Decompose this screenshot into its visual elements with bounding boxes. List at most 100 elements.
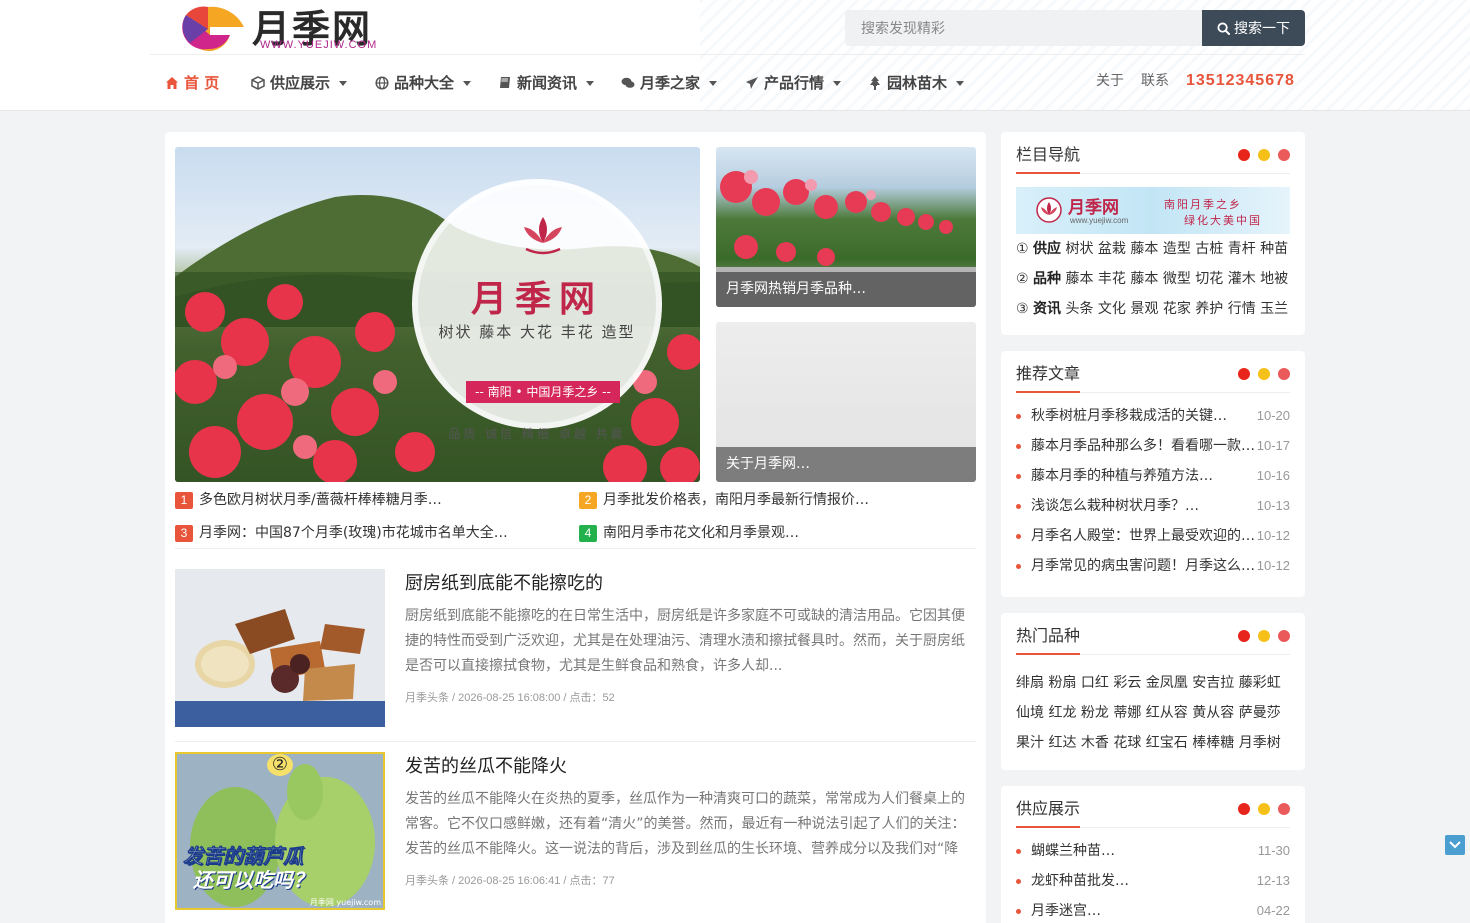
category-num: ②	[1016, 271, 1029, 287]
widget-dots	[1238, 803, 1290, 815]
list-item[interactable]: 龙虾种苗批发… 12-13	[1016, 866, 1290, 896]
article-title[interactable]: 发苦的丝瓜不能降火	[405, 752, 567, 778]
article-thumbnail[interactable]: ② 发苦的葫芦瓜 还可以吃吗？ 月季网 yuejiw.com	[175, 752, 385, 910]
chevron-down-icon	[956, 80, 965, 86]
nav-item-label: 产品行情	[764, 74, 825, 92]
list-item-title: 秋季树桩月季移栽成活的关键…	[1031, 408, 1227, 424]
list-item-title: 月季名人殿堂：世界上最受欢迎的…	[1031, 528, 1255, 544]
bullet-icon	[1016, 909, 1021, 914]
list-item-date: 10-12	[1256, 528, 1290, 543]
lotus-icon	[524, 217, 562, 255]
list-item[interactable]: 月季常见的病虫害问题！月季这么… 10-12	[1016, 551, 1290, 581]
main-nav: 首 页 供应展示 品种大全 新闻资讯 月季之家 产品行情 园林苗木 关于 联系 …	[165, 56, 1305, 110]
nav-item-home-of-rose[interactable]: 月季之家	[621, 56, 718, 110]
dot-icon	[1238, 368, 1250, 380]
list-item[interactable]: 藤本月季品种那么多！看看哪一款… 10-17	[1016, 431, 1290, 461]
list-item[interactable]: 月季迷宫… 04-22	[1016, 896, 1290, 923]
list-item[interactable]: 月季名人殿堂：世界上最受欢迎的… 10-12	[1016, 521, 1290, 551]
banner-slider[interactable]: 月季网 树状 藤本 大花 丰花 造型 -- 南阳 • 中国月季之乡 -- 品质 …	[175, 147, 700, 482]
site-logo[interactable]: 月季网 WWW.YUEJIW.COM	[170, 2, 430, 54]
about-link[interactable]: 关于	[1096, 56, 1124, 106]
list-item[interactable]: 蝴蝶兰种苗… 11-30	[1016, 836, 1290, 866]
category-num: ①	[1016, 241, 1029, 257]
list-item-title: 蝴蝶兰种苗…	[1031, 843, 1115, 859]
search-button[interactable]: 搜索一下	[1202, 10, 1305, 46]
nav-item-label: 供应展示	[270, 74, 331, 92]
nav-item-label: 品种大全	[394, 74, 455, 92]
variety-tags-row[interactable]: 仙境 红龙 粉龙 蒂娜 红从容 黄从容 萨曼莎	[1016, 698, 1290, 728]
chevron-down-icon	[586, 80, 595, 86]
contact-link[interactable]: 联系	[1141, 56, 1169, 106]
article-meta: 月季头条 / 2026-08-25 16:08:00 / 点击：52	[405, 692, 615, 704]
globe-icon	[375, 76, 389, 90]
nav-item-market[interactable]: 产品行情	[745, 56, 842, 110]
article-title[interactable]: 厨房纸到底能不能擦吃的	[405, 569, 603, 595]
phone-number[interactable]: 13512345678	[1186, 56, 1295, 106]
bullet-icon	[1016, 414, 1021, 419]
nav-item-news[interactable]: 新闻资讯	[498, 56, 595, 110]
dot-icon	[1238, 149, 1250, 161]
list-item-date: 10-16	[1256, 468, 1290, 483]
hot-varieties-widget: 热门品种 绯扇 粉扇 口红 彩云 金凤凰 安吉拉 藤彩虹 仙境 红龙 粉龙 蒂娜…	[1001, 613, 1305, 770]
recommended-articles-widget: 推荐文章 秋季树桩月季移栽成活的关键… 10-20 藤本月季品种那么多！看看哪一款…	[1001, 351, 1305, 597]
site-banner[interactable]: 月季网 www.yuejiw.com 南阳月季之乡 绿化大美中国	[1016, 187, 1290, 234]
article-meta: 月季头条 / 2026-08-25 16:06:41 / 点击：77	[405, 875, 615, 887]
chevron-down-icon	[709, 80, 718, 86]
hot-item[interactable]: 1 多色欧月树状月季/蔷薇杆棒棒糖月季…	[175, 487, 442, 513]
chevron-down-icon	[339, 80, 348, 86]
rank-badge: 2	[579, 491, 597, 509]
list-item[interactable]: 浅谈怎么栽种树状月季？… 10-13	[1016, 491, 1290, 521]
bullet-icon	[1016, 444, 1021, 449]
hot-list: 1 多色欧月树状月季/蔷薇杆棒棒糖月季… 2 月季批发价格表，南阳月季最新行情报…	[175, 487, 976, 549]
variety-tags-row[interactable]: 绯扇 粉扇 口红 彩云 金凤凰 安吉拉 藤彩虹	[1016, 668, 1290, 698]
logo-url: WWW.YUEJIW.COM	[260, 39, 378, 51]
logo-mark-icon	[182, 6, 244, 51]
list-item-date: 10-17	[1256, 438, 1290, 453]
hot-item[interactable]: 3 月季网：中国87个月季(玫瑰)市花城市名单大全…	[175, 520, 508, 546]
category-row-news[interactable]: ③ 资讯 头条 文化 景观 花家 养护 行情 玉兰 百科	[1016, 294, 1290, 324]
article-thumbnail[interactable]	[175, 569, 385, 727]
bullet-icon	[1016, 849, 1021, 854]
bullet-icon	[1016, 564, 1021, 569]
hot-item[interactable]: 4 南阳月季市花文化和月季景观…	[579, 520, 799, 546]
list-item[interactable]: 藤本月季的种植与养殖方法… 10-16	[1016, 461, 1290, 491]
nav-item-supply[interactable]: 供应展示	[251, 56, 348, 110]
category-name: 资讯	[1033, 301, 1062, 317]
category-name: 供应	[1033, 241, 1062, 257]
list-item-date: 10-13	[1256, 498, 1290, 513]
featured-pic-2[interactable]: 关于月季网…	[716, 322, 976, 482]
variety-tags-row[interactable]: 果汁 红达 木香 花球 红宝石 棒棒糖 月季树	[1016, 728, 1290, 758]
category-row-varieties[interactable]: ② 品种 藤本 丰花 藤本 微型 切花 灌木 地被 古老	[1016, 264, 1290, 294]
list-item-title: 龙虾种苗批发…	[1031, 873, 1129, 889]
category-tags: 头条 文化 景观 花家 养护 行情 玉兰 百科	[1065, 301, 1290, 317]
category-num: ③	[1016, 301, 1029, 317]
main-content: 月季网 树状 藤本 大花 丰花 造型 -- 南阳 • 中国月季之乡 -- 品质 …	[165, 132, 986, 923]
nav-item-varieties[interactable]: 品种大全	[375, 56, 472, 110]
widget-header: 栏目导航	[1016, 144, 1290, 174]
bullet-icon	[1016, 504, 1021, 509]
list-item[interactable]: 秋季树桩月季移栽成活的关键… 10-20	[1016, 401, 1290, 431]
dot-icon	[1278, 803, 1290, 815]
hot-item[interactable]: 2 月季批发价格表，南阳月季最新行情报价…	[579, 487, 869, 513]
nav-item-nursery[interactable]: 园林苗木	[868, 56, 965, 110]
rank-badge: 3	[175, 524, 193, 542]
bullet-icon	[1016, 534, 1021, 539]
nav-item-home[interactable]: 首 页	[165, 56, 219, 110]
list-item-date: 10-20	[1256, 408, 1290, 423]
site-header: 月季网 WWW.YUEJIW.COM 搜索一下 首 页 供应展示 品种大全 新闻…	[0, 0, 1470, 111]
category-row-supply[interactable]: ① 供应 树状 盆栽 藤本 造型 古桩 青杆 种苗 蔷薇	[1016, 234, 1290, 264]
featured-pic-1[interactable]: 月季网热销月季品种…	[716, 147, 976, 307]
rank-badge: 1	[175, 491, 193, 509]
book-icon	[500, 77, 510, 88]
search-button-label: 搜索一下	[1234, 20, 1290, 36]
back-to-top-button[interactable]	[1445, 835, 1465, 855]
list-item-title: 月季常见的病虫害问题！月季这么…	[1031, 558, 1255, 574]
dot-icon	[1278, 368, 1290, 380]
dot-icon	[1278, 630, 1290, 642]
category-tags: 树状 盆栽 藤本 造型 古桩 青杆 种苗 蔷薇	[1065, 241, 1290, 257]
banner-logo-text: 月季网	[1068, 198, 1119, 218]
hot-item-title: 南阳月季市花文化和月季景观…	[603, 525, 799, 541]
chevron-down-icon	[463, 80, 472, 86]
search-input[interactable]	[845, 10, 1202, 46]
widget-title: 供应展示	[1016, 798, 1081, 828]
